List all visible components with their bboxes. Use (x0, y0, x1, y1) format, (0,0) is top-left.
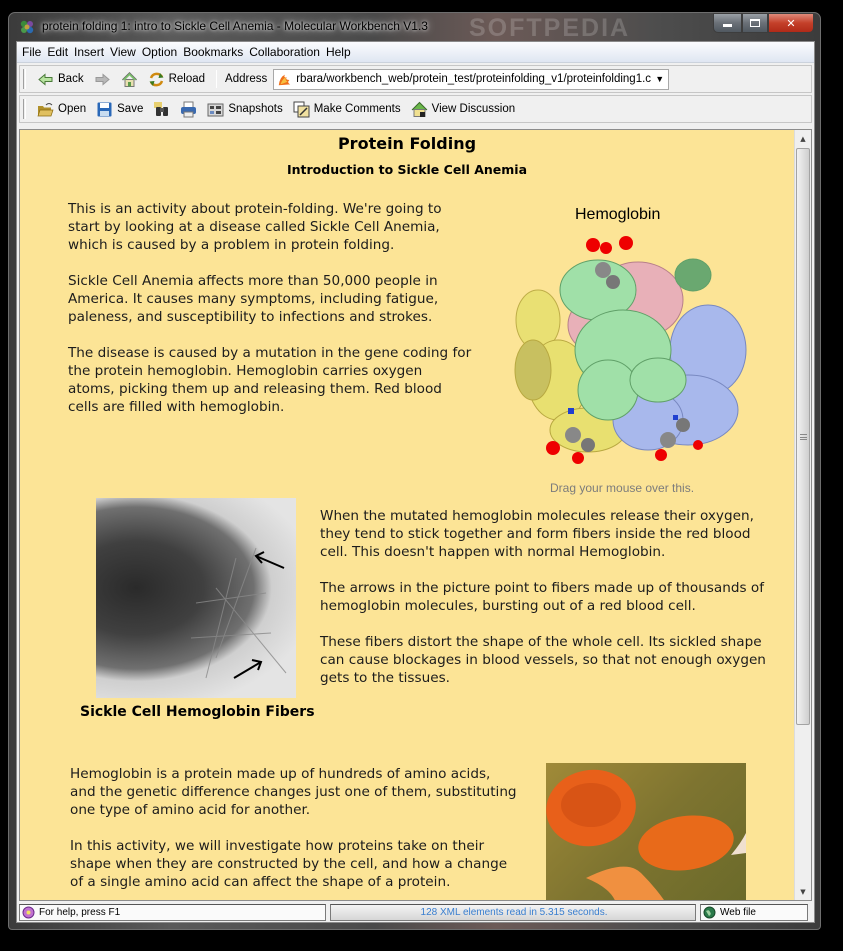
binoculars-icon (154, 101, 169, 116)
maximize-icon (750, 19, 760, 27)
status-progress-pane: 128 XML elements read in 5.315 seconds. (330, 904, 696, 921)
fiber-text: When the mutated hemoglobin molecules re… (320, 507, 780, 705)
open-label: Open (58, 103, 87, 115)
intro-paragraph: The disease is caused by a mutation in t… (68, 345, 472, 415)
app-window: protein folding 1: intro to Sickle Cell … (8, 12, 821, 930)
cml-page-icon (278, 74, 291, 85)
make-comments-button[interactable]: Make Comments (288, 98, 406, 120)
status-help-pane: For help, press F1 (19, 904, 326, 921)
close-icon: ✕ (786, 16, 796, 30)
client-area: File Edit Insert View Option Bookmarks C… (16, 41, 815, 923)
find-button[interactable] (148, 98, 175, 120)
window-controls: ✕ (713, 13, 814, 33)
status-help-text: For help, press F1 (39, 907, 121, 918)
home-icon (121, 71, 137, 87)
print-button[interactable] (175, 98, 202, 120)
address-dropdown-icon[interactable]: ▼ (655, 74, 664, 84)
window-title: protein folding 1: intro to Sickle Cell … (42, 19, 428, 33)
intro-paragraph: This is an activity about protein-foldin… (68, 201, 442, 253)
snapshot-camera-icon (207, 103, 224, 116)
app-icon (20, 20, 34, 34)
sickle-fibers-micrograph (96, 498, 296, 698)
open-button[interactable]: Open (32, 98, 91, 120)
menu-help[interactable]: Help (323, 45, 354, 59)
back-button[interactable]: Back (32, 68, 89, 90)
address-label: Address (225, 73, 268, 85)
document-page: Protein Folding Introduction to Sickle C… (20, 130, 794, 900)
forward-button[interactable] (89, 68, 116, 90)
back-arrow-icon (38, 72, 53, 86)
forward-arrow-icon (95, 72, 110, 86)
menu-collaboration[interactable]: Collaboration (246, 45, 323, 59)
scrollbar-thumb[interactable] (796, 148, 810, 725)
intro-text: This is an activity about protein-foldin… (68, 200, 473, 434)
navigation-toolbar: Back Reload Address rbara/workbench_web/… (19, 65, 812, 93)
molecule-title: Hemoglobin (575, 206, 661, 223)
comment-note-icon (293, 101, 310, 117)
amino-paragraph: Hemoglobin is a protein made up of hundr… (70, 766, 517, 818)
status-bar: For help, press F1 128 XML elements read… (19, 904, 812, 922)
menu-view[interactable]: View (107, 45, 139, 59)
globe-icon (703, 906, 716, 919)
menu-bar: File Edit Insert View Option Bookmarks C… (17, 42, 814, 63)
view-discussion-button[interactable]: View Discussion (406, 98, 521, 120)
view-discussion-label: View Discussion (431, 103, 516, 115)
snapshots-label: Snapshots (228, 103, 283, 115)
fiber-paragraph: These fibers distort the shape of the wh… (320, 634, 766, 686)
discussion-house-icon (411, 101, 427, 117)
page-subtitle: Introduction to Sickle Cell Anemia (286, 162, 528, 177)
toolbar-separator (216, 70, 218, 88)
toolbar-grip[interactable] (23, 99, 26, 119)
back-label: Back (58, 73, 84, 85)
arrow-icon (233, 659, 263, 679)
watermark: SOFTPEDIA (469, 14, 631, 42)
molecule-instruction: Drag your mouse over this. (550, 481, 695, 495)
hemoglobin-3d-model[interactable] (498, 230, 758, 475)
address-input[interactable] (296, 73, 652, 85)
page-title: Protein Folding (337, 134, 477, 153)
fiber-paragraph: The arrows in the picture point to fiber… (320, 580, 764, 614)
save-disk-icon (97, 102, 112, 116)
save-button[interactable]: Save (91, 98, 148, 120)
file-toolbar: Open Save Snapshots Make Comments View D… (19, 95, 812, 123)
red-blood-cells-photo (546, 763, 746, 900)
snapshots-button[interactable]: Snapshots (202, 98, 287, 120)
make-comments-label: Make Comments (313, 103, 401, 115)
vertical-scrollbar[interactable]: ▲ ▼ (794, 130, 811, 900)
document-viewport: Protein Folding Introduction to Sickle C… (19, 129, 812, 901)
reload-icon (149, 72, 164, 86)
scroll-down-arrow[interactable]: ▼ (795, 883, 811, 900)
menu-edit[interactable]: Edit (44, 45, 71, 59)
save-label: Save (117, 103, 144, 115)
close-button[interactable]: ✕ (768, 13, 814, 33)
reload-button[interactable]: Reload (143, 68, 210, 90)
thumb-grip-icon (799, 433, 807, 440)
fiber-arrows-overlay (190, 547, 287, 679)
amino-paragraph: In this activity, we will investigate ho… (70, 838, 508, 890)
printer-icon (181, 101, 197, 117)
open-folder-icon (37, 102, 54, 116)
home-button[interactable] (116, 68, 143, 90)
status-filetype-pane: Web file (700, 904, 808, 921)
fiber-image-caption: Sickle Cell Hemoglobin Fibers (80, 704, 315, 720)
arrow-icon (254, 551, 285, 569)
title-bar[interactable]: protein folding 1: intro to Sickle Cell … (9, 13, 820, 42)
status-progress-text: 128 XML elements read in 5.315 seconds. (420, 907, 608, 918)
menu-file[interactable]: File (19, 45, 44, 59)
amino-text: Hemoglobin is a protein made up of hundr… (70, 765, 518, 900)
intro-paragraph: Sickle Cell Anemia affects more than 50,… (68, 273, 439, 325)
minimize-icon (723, 24, 732, 27)
help-icon (22, 906, 35, 919)
toolbar-grip[interactable] (23, 69, 26, 89)
maximize-button[interactable] (742, 13, 768, 33)
fiber-paragraph: When the mutated hemoglobin molecules re… (320, 508, 754, 560)
reload-label: Reload (168, 73, 206, 85)
scroll-up-arrow[interactable]: ▲ (795, 130, 811, 147)
menu-option[interactable]: Option (139, 45, 180, 59)
minimize-button[interactable] (713, 13, 742, 33)
menu-insert[interactable]: Insert (71, 45, 107, 59)
address-combobox[interactable]: ▼ (273, 68, 670, 90)
menu-bookmarks[interactable]: Bookmarks (180, 45, 246, 59)
status-filetype-text: Web file (720, 907, 756, 918)
